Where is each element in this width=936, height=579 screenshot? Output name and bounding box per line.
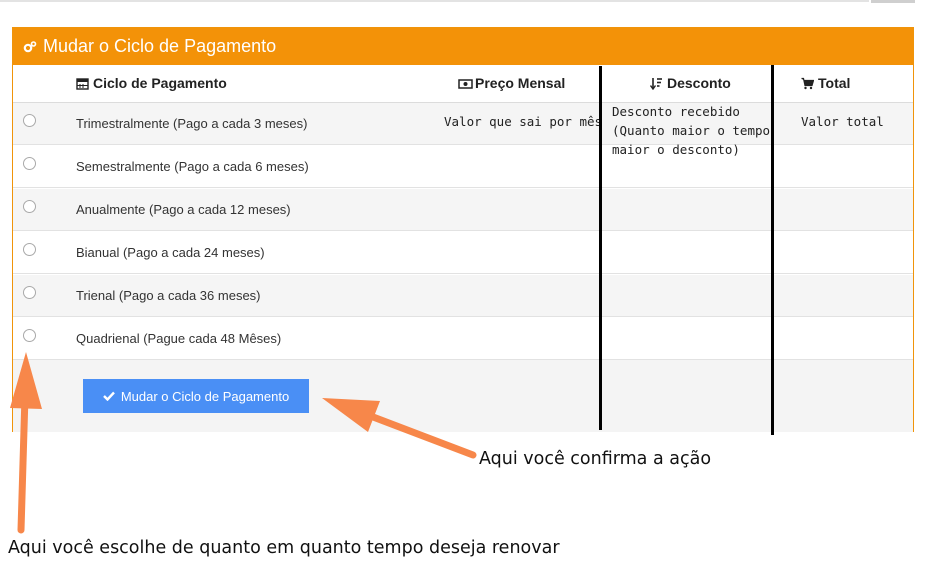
arrow-to-button bbox=[356, 408, 477, 459]
callout-confirm: Aqui você confirma a ação bbox=[479, 449, 712, 469]
annotation-arrows bbox=[10, 352, 477, 534]
arrow-head-button bbox=[322, 398, 380, 432]
arrow-head-radio bbox=[10, 352, 42, 409]
arrow-to-radio bbox=[17, 392, 29, 534]
callout-choose: Aqui você escolhe de quanto em quanto te… bbox=[8, 538, 560, 558]
